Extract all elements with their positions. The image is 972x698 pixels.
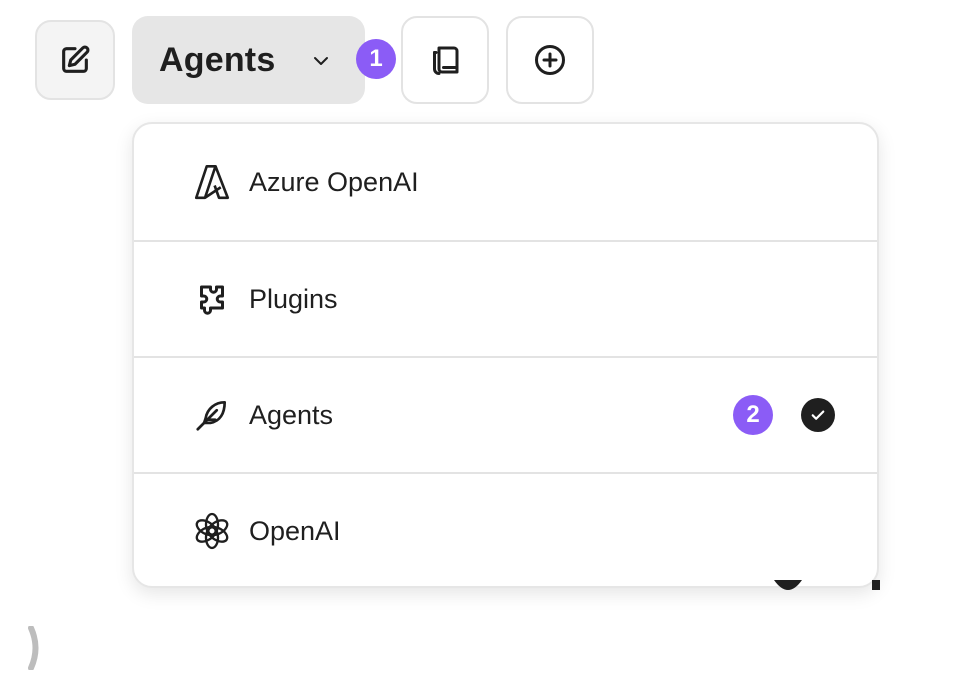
copy-book-icon xyxy=(433,46,459,75)
azure-icon xyxy=(190,160,234,204)
edit-square-icon xyxy=(62,45,90,73)
menu-item-openai[interactable]: OpenAI xyxy=(134,472,877,586)
endpoint-dropdown-menu: Azure OpenAI Plugins Agents OpenAI xyxy=(132,122,879,588)
plus-circle-icon xyxy=(535,45,565,75)
step-badge-1: 1 xyxy=(356,39,396,79)
menu-item-plugins[interactable]: Plugins xyxy=(134,240,877,356)
model-select-button[interactable]: Agents xyxy=(132,16,365,104)
menu-item-label: OpenAI xyxy=(249,515,341,546)
openai-icon xyxy=(190,509,234,553)
check-circle-icon xyxy=(801,398,835,432)
chevron-down-icon xyxy=(314,57,328,65)
obscured-icon xyxy=(774,580,880,590)
menu-item-label: Agents xyxy=(249,399,334,430)
plugin-icon xyxy=(190,277,234,321)
model-select-label: Agents xyxy=(159,40,276,79)
sidebar-toggle-handle[interactable] xyxy=(26,626,44,670)
add-button[interactable] xyxy=(506,16,594,104)
new-chat-button[interactable] xyxy=(35,20,115,100)
menu-item-label: Plugins xyxy=(249,283,338,314)
bookmarks-button[interactable] xyxy=(401,16,489,104)
feather-icon xyxy=(190,393,234,437)
menu-item-label: Azure OpenAI xyxy=(249,166,419,197)
step-badge-2: 2 xyxy=(733,395,773,435)
menu-item-azure-openai[interactable]: Azure OpenAI xyxy=(134,124,877,240)
page: Agents 1 Azure OpenAI Plugins Agents Ope… xyxy=(0,0,972,698)
